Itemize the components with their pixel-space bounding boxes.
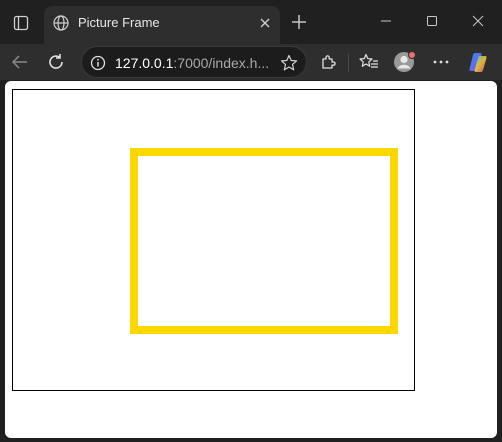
picture-frame bbox=[130, 148, 398, 334]
tab-actions-icon bbox=[13, 15, 29, 31]
tab-actions-button[interactable] bbox=[8, 10, 34, 36]
plus-icon bbox=[292, 15, 306, 29]
profile-button[interactable] bbox=[391, 48, 419, 76]
copilot-button[interactable] bbox=[464, 48, 492, 76]
reload-button[interactable] bbox=[42, 48, 70, 76]
minimize-button[interactable] bbox=[369, 8, 403, 34]
copilot-icon bbox=[469, 53, 487, 72]
close-window-button[interactable] bbox=[461, 8, 495, 34]
back-button[interactable] bbox=[6, 48, 34, 76]
favorites-button[interactable] bbox=[355, 48, 383, 76]
page-viewport bbox=[5, 81, 497, 438]
url-text: 127.0.0.1:7000/index.h... bbox=[115, 55, 269, 71]
extensions-button[interactable] bbox=[314, 48, 342, 76]
star-icon bbox=[280, 54, 298, 71]
address-bar[interactable]: 127.0.0.1:7000/index.h... bbox=[81, 46, 307, 78]
info-icon bbox=[90, 55, 106, 71]
extensions-icon bbox=[322, 55, 336, 69]
site-info-button[interactable] bbox=[88, 53, 108, 73]
url-host: 127.0.0.1 bbox=[115, 55, 174, 71]
tab-close-button[interactable] bbox=[256, 14, 274, 32]
profile-avatar bbox=[394, 51, 416, 72]
toolbar-separator bbox=[348, 54, 349, 72]
tab-strip: Picture Frame bbox=[0, 0, 502, 44]
favorites-icon bbox=[359, 53, 378, 68]
globe-icon bbox=[53, 15, 69, 31]
add-favorite-button[interactable] bbox=[278, 52, 300, 74]
more-button[interactable] bbox=[427, 48, 455, 76]
reload-icon bbox=[49, 54, 63, 69]
more-icon bbox=[433, 60, 449, 64]
browser-toolbar: 127.0.0.1:7000/index.h... bbox=[0, 44, 502, 80]
maximize-button[interactable] bbox=[415, 8, 449, 34]
browser-window: Picture Frame 127.0.0.1:7000/index.h... bbox=[0, 0, 502, 442]
tab-title: Picture Frame bbox=[78, 15, 160, 30]
maximize-icon bbox=[427, 16, 437, 26]
minimize-icon bbox=[381, 20, 391, 22]
back-icon bbox=[11, 55, 27, 69]
new-tab-button[interactable] bbox=[287, 10, 311, 34]
url-path: :7000/index.h... bbox=[173, 55, 270, 71]
tab-picture-frame[interactable]: Picture Frame bbox=[44, 6, 280, 44]
close-icon bbox=[472, 15, 484, 27]
canvas-area bbox=[12, 89, 415, 391]
close-icon bbox=[260, 18, 270, 28]
